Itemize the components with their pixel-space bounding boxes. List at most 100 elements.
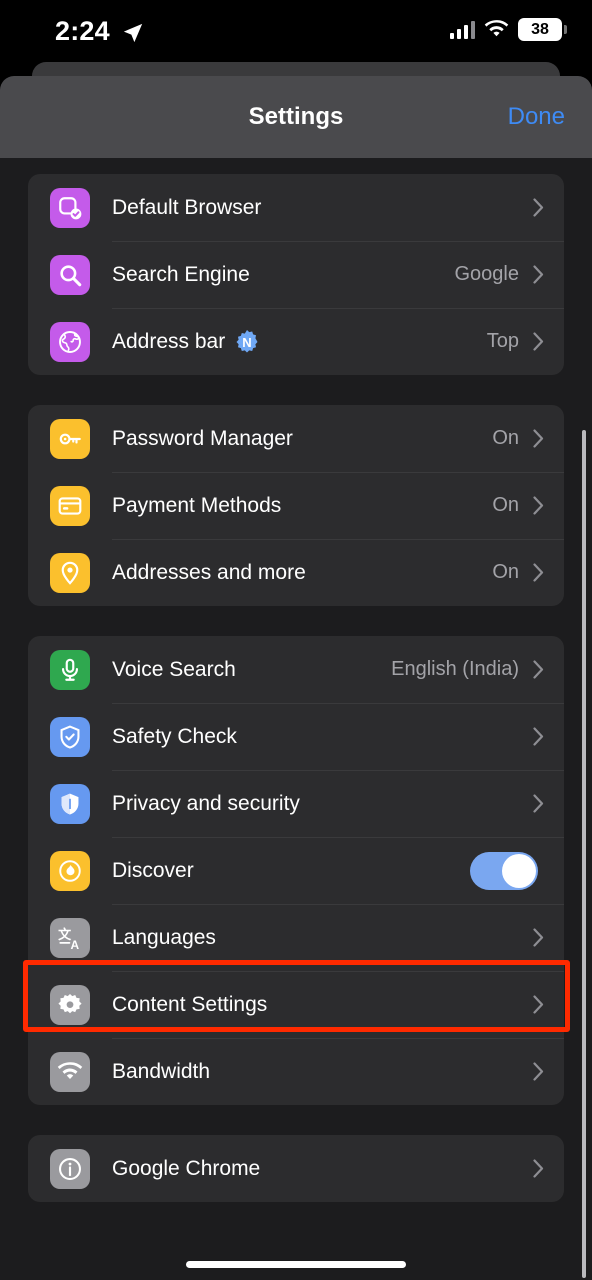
- settings-sheet: Settings Done Default Browser Search Eng…: [0, 76, 592, 1280]
- row-password-manager[interactable]: Password Manager On: [28, 405, 564, 472]
- row-label: Address bar N: [112, 329, 487, 355]
- row-value: Top: [486, 330, 519, 352]
- shield-check-icon: [50, 716, 90, 757]
- settings-group-features: Voice Search English (India) Safety Chec…: [28, 636, 564, 1105]
- sheet-header: Settings Done: [0, 76, 592, 158]
- row-addresses-and-more[interactable]: Addresses and more On: [28, 539, 564, 606]
- row-value: On: [492, 427, 519, 449]
- row-payment-methods[interactable]: Payment Methods On: [28, 472, 564, 539]
- row-label-text: Languages: [112, 925, 216, 949]
- default-browser-icon: [50, 187, 90, 228]
- row-default-browser[interactable]: Default Browser: [28, 174, 564, 241]
- gear-icon: [50, 984, 90, 1025]
- chevron-right-icon: [533, 332, 544, 351]
- row-content-settings[interactable]: Content Settings: [28, 971, 564, 1038]
- new-badge-icon: N: [234, 329, 260, 355]
- chevron-right-icon: [533, 928, 544, 947]
- row-label: Payment Methods: [112, 494, 492, 518]
- row-label: Discover: [112, 859, 470, 883]
- home-indicator: [186, 1261, 406, 1268]
- done-button[interactable]: Done: [508, 103, 565, 131]
- wifi-icon: [484, 20, 509, 37]
- chevron-right-icon: [533, 198, 544, 217]
- row-discover[interactable]: Discover: [28, 837, 564, 904]
- row-voice-search[interactable]: Voice Search English (India): [28, 636, 564, 703]
- row-label: Search Engine: [112, 263, 455, 287]
- row-label: Privacy and security: [112, 792, 519, 816]
- row-label-text: Safety Check: [112, 724, 237, 748]
- row-google-chrome[interactable]: Google Chrome: [28, 1135, 564, 1202]
- discover-toggle[interactable]: [470, 851, 538, 890]
- row-label-text: Address bar: [112, 329, 226, 353]
- chevron-right-icon: [533, 727, 544, 746]
- scrollbar[interactable]: [582, 430, 586, 1278]
- svg-text:N: N: [243, 335, 252, 350]
- row-label: Google Chrome: [112, 1157, 519, 1181]
- chevron-right-icon: [533, 496, 544, 515]
- battery-indicator: 38: [518, 18, 567, 41]
- svg-text:A: A: [71, 937, 80, 950]
- row-label-text: Search Engine: [112, 262, 250, 286]
- row-label-text: Payment Methods: [112, 493, 282, 517]
- search-icon: [50, 254, 90, 295]
- microphone-icon: [50, 649, 90, 690]
- flame-icon: [50, 850, 90, 891]
- status-bar: 2:24 38: [0, 0, 592, 66]
- status-time: 2:24: [55, 16, 110, 46]
- chevron-right-icon: [533, 429, 544, 448]
- row-label: Voice Search: [112, 658, 391, 682]
- chevron-right-icon: [533, 995, 544, 1014]
- row-value: Google: [454, 263, 520, 285]
- row-value: On: [492, 561, 519, 583]
- chevron-right-icon: [533, 1062, 544, 1081]
- row-label: Languages: [112, 926, 519, 950]
- chevron-right-icon: [533, 563, 544, 582]
- toggle-knob: [502, 853, 536, 888]
- row-address-bar[interactable]: Address bar N Top: [28, 308, 564, 375]
- row-label: Addresses and more: [112, 561, 492, 585]
- row-label: Default Browser: [112, 196, 519, 220]
- translate-icon: 文A: [50, 917, 90, 958]
- shield-icon: [50, 783, 90, 824]
- row-privacy-and-security[interactable]: Privacy and security: [28, 770, 564, 837]
- wifi-icon: [50, 1051, 90, 1092]
- row-label: Password Manager: [112, 427, 492, 451]
- row-label: Content Settings: [112, 993, 519, 1017]
- row-label-text: Password Manager: [112, 426, 293, 450]
- globe-icon: [50, 321, 90, 362]
- settings-list[interactable]: Default Browser Search Engine Google Add…: [0, 158, 592, 1280]
- row-label-text: Default Browser: [112, 195, 262, 219]
- chevron-right-icon: [533, 794, 544, 813]
- row-label-text: Google Chrome: [112, 1156, 261, 1180]
- location-pin-icon: [50, 552, 90, 593]
- page-title: Settings: [248, 103, 344, 130]
- location-arrow-icon: [123, 23, 143, 43]
- row-value: English (India): [391, 658, 519, 680]
- row-value: On: [492, 494, 519, 516]
- settings-group-autofill: Password Manager On Payment Methods On A…: [28, 405, 564, 606]
- phone-screen: 2:24 38 Settings Done Default Browser Se…: [0, 0, 592, 1280]
- key-icon: [50, 418, 90, 459]
- row-label: Bandwidth: [112, 1060, 519, 1084]
- row-label: Safety Check: [112, 725, 519, 749]
- settings-group-about: Google Chrome: [28, 1135, 564, 1202]
- chevron-right-icon: [533, 660, 544, 679]
- info-icon: [50, 1148, 90, 1189]
- row-label-text: Addresses and more: [112, 560, 306, 584]
- row-label-text: Voice Search: [112, 657, 236, 681]
- row-safety-check[interactable]: Safety Check: [28, 703, 564, 770]
- row-languages[interactable]: 文A Languages: [28, 904, 564, 971]
- credit-card-icon: [50, 485, 90, 526]
- settings-group-browser: Default Browser Search Engine Google Add…: [28, 174, 564, 375]
- battery-level-text: 38: [531, 20, 549, 38]
- row-label-text: Content Settings: [112, 992, 268, 1016]
- cellular-signal-icon: [449, 20, 475, 39]
- row-bandwidth[interactable]: Bandwidth: [28, 1038, 564, 1105]
- row-label-text: Discover: [112, 858, 194, 882]
- status-indicators: 38: [449, 18, 567, 41]
- row-search-engine[interactable]: Search Engine Google: [28, 241, 564, 308]
- row-label-text: Bandwidth: [112, 1059, 211, 1083]
- chevron-right-icon: [533, 265, 544, 284]
- chevron-right-icon: [533, 1159, 544, 1178]
- row-label-text: Privacy and security: [112, 791, 300, 815]
